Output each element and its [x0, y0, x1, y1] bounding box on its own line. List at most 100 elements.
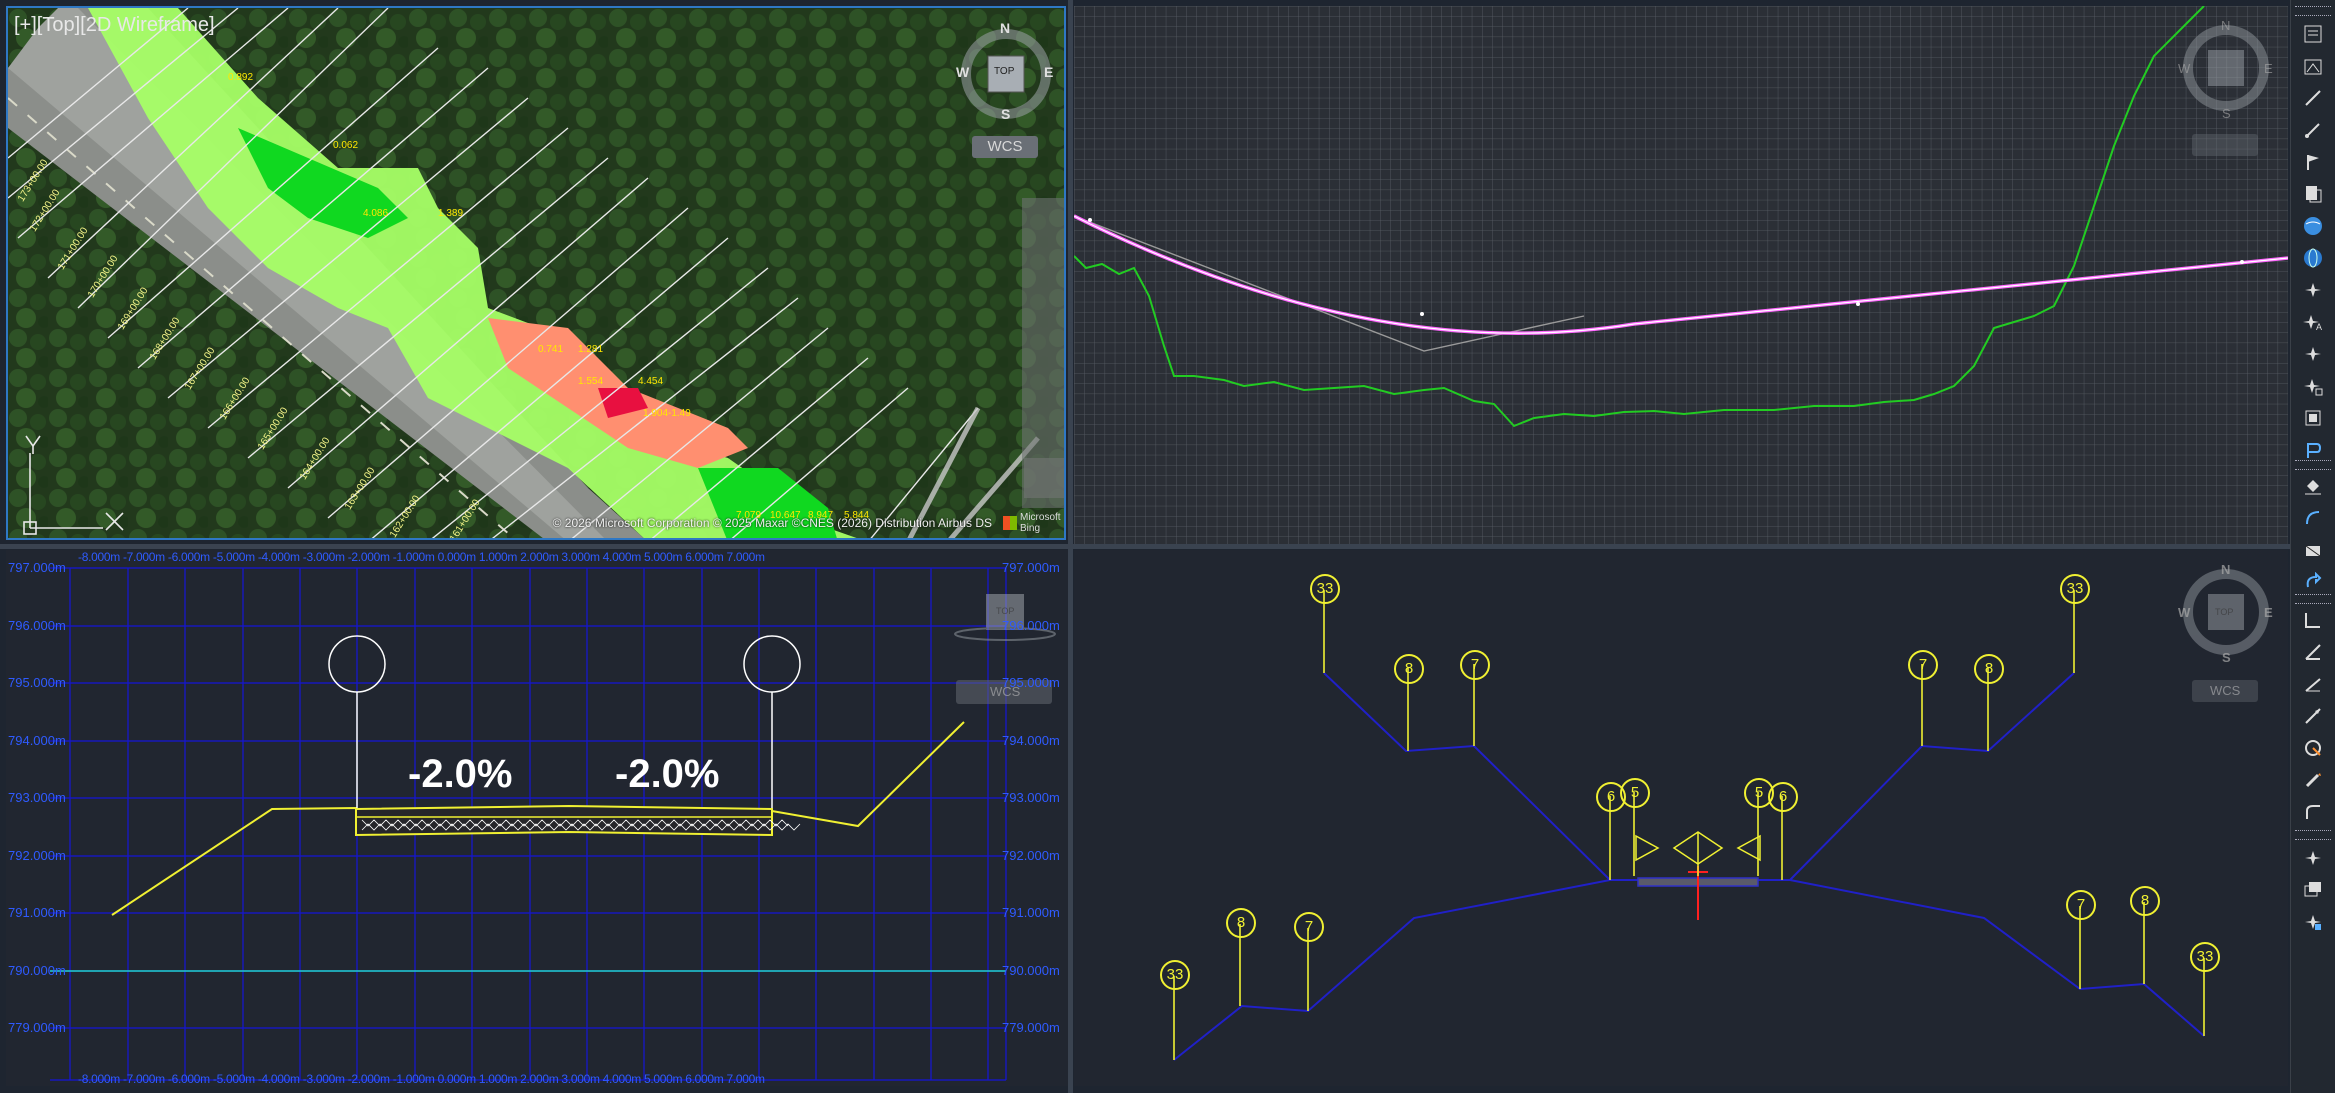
viewport-splitter-vertical[interactable]: [1068, 0, 1073, 1093]
assembly-marker[interactable]: 6: [1768, 782, 1798, 812]
cutfill-label: 1.281: [578, 344, 604, 355]
line-icon[interactable]: [2297, 116, 2329, 144]
elevation-label: 791.000m: [8, 905, 66, 920]
cutfill-label: 0.062: [333, 140, 359, 151]
elevation-label: 779.000m: [1002, 1020, 1060, 1035]
settings-icon[interactable]: [2297, 908, 2329, 936]
elevation-label: 794.000m: [1002, 733, 1060, 748]
text-point-icon[interactable]: A: [2297, 308, 2329, 336]
toolbar-separator: [2295, 460, 2331, 470]
circle-edit-icon[interactable]: [2297, 734, 2329, 762]
snap-point-icon[interactable]: [2297, 372, 2329, 400]
compass-n[interactable]: N: [2221, 18, 2230, 33]
viewport-controls-label[interactable]: [+][Top][2D Wireframe]: [14, 14, 215, 37]
magic-icon[interactable]: [2297, 844, 2329, 872]
assembly-marker[interactable]: 8: [2130, 886, 2160, 916]
arrow-line-icon[interactable]: [2297, 702, 2329, 730]
bing-icon: [1003, 516, 1018, 530]
rotate-icon[interactable]: [2297, 568, 2329, 596]
assembly-marker[interactable]: 8: [1974, 654, 2004, 684]
box-icon[interactable]: [2297, 404, 2329, 432]
section-viewport[interactable]: -2.0% -2.0% 797.000m 796.000m 795.000m 7…: [6, 550, 1068, 1086]
compass-s[interactable]: S: [1001, 106, 1010, 122]
assembly-marker[interactable]: 33: [1310, 574, 1340, 604]
dimension-icon[interactable]: [2297, 606, 2329, 634]
marker-number: 7: [1304, 918, 1314, 935]
panel-icon[interactable]: [2297, 52, 2329, 80]
bing-text: Microsoft Bing: [1020, 512, 1061, 534]
elevation-label: 795.000m: [8, 675, 66, 690]
assembly-marker[interactable]: 33: [2190, 942, 2220, 972]
assembly-marker[interactable]: 7: [1908, 650, 1938, 680]
viewcube-top[interactable]: TOP: [2215, 607, 2233, 617]
right-toolbar: A: [2290, 0, 2335, 1093]
globe-icon[interactable]: [2297, 212, 2329, 240]
compass-e[interactable]: E: [1044, 64, 1053, 80]
compass-w[interactable]: W: [956, 64, 969, 80]
flag-icon[interactable]: [2297, 148, 2329, 176]
cutfill-label: 4.086: [363, 208, 389, 219]
marker-number: 33: [1316, 580, 1334, 597]
curve-icon[interactable]: [2297, 504, 2329, 532]
marker-number: 7: [1918, 656, 1928, 673]
layers-icon[interactable]: [2297, 876, 2329, 904]
assembly-marker[interactable]: 7: [2066, 890, 2096, 920]
copy-sheet-icon[interactable]: [2297, 180, 2329, 208]
viewcube-top[interactable]: TOP: [994, 66, 1014, 77]
properties-icon[interactable]: [2297, 20, 2329, 48]
marker-number: 5: [1754, 784, 1764, 801]
elevation-label: 797.000m: [1002, 560, 1060, 575]
compass-s[interactable]: S: [2222, 650, 2231, 665]
marker-number: 5: [1630, 784, 1640, 801]
compass-w[interactable]: W: [2178, 605, 2190, 620]
assembly-marker[interactable]: 8: [1226, 908, 1256, 938]
hatch-icon[interactable]: [2297, 536, 2329, 564]
compass-e[interactable]: E: [2264, 605, 2273, 620]
assembly-viewport[interactable]: 33 8 7 6 5 5 6 7 8 33 33 8 7 7 8 33 TOP …: [1074, 550, 2288, 1086]
map-copyright: © 2026 Microsoft Corporation © 2025 Maxa…: [552, 516, 992, 530]
globe-blue-icon[interactable]: [2297, 244, 2329, 272]
point-icon[interactable]: [2297, 276, 2329, 304]
viewport-splitter-horizontal[interactable]: [0, 544, 2290, 549]
draw-icon[interactable]: [2297, 84, 2329, 112]
bend-icon[interactable]: [2297, 798, 2329, 826]
compass-e[interactable]: E: [2264, 61, 2273, 76]
plan-viewport[interactable]: 173+00.00 172+00.00 171+00.00 170+00.00 …: [6, 6, 1066, 540]
assembly-marker[interactable]: 33: [2060, 574, 2090, 604]
marker-number: 6: [1606, 788, 1616, 805]
elevation-label: 779.000m: [8, 1020, 66, 1035]
cutfill-label: 1.389: [438, 208, 464, 219]
svg-text:A: A: [2316, 322, 2322, 332]
compass-s[interactable]: S: [2222, 106, 2231, 121]
elevation-label: 797.000m: [8, 560, 66, 575]
star-point-icon[interactable]: [2297, 340, 2329, 368]
assembly-marker[interactable]: 5: [1620, 778, 1650, 808]
profile-viewport[interactable]: N S E W: [1074, 6, 2288, 544]
marker-number: 7: [1470, 656, 1480, 673]
section-grid: [50, 567, 1056, 1081]
wcs-menu-button[interactable]: WCS: [990, 684, 1020, 699]
cutfill-label: 0.892: [228, 72, 254, 83]
wcs-menu-button[interactable]: WCS: [972, 136, 1038, 158]
assembly-marker[interactable]: 7: [1294, 912, 1324, 942]
elevation-label: 794.000m: [8, 733, 66, 748]
cutfill-label: 4.454: [638, 376, 664, 387]
viewcube-top[interactable]: TOP: [996, 606, 1014, 616]
paint-bucket-icon[interactable]: [2297, 472, 2329, 500]
marker-number: 8: [2140, 892, 2150, 909]
wcs-menu-button[interactable]: WCS: [2210, 683, 2240, 698]
compass-n[interactable]: N: [2221, 562, 2230, 577]
bing-logo: Microsoft Bing: [1003, 512, 1061, 534]
marker-number: 33: [2196, 948, 2214, 965]
assembly-marker[interactable]: 7: [1460, 650, 1490, 680]
profile-grid: [1074, 6, 2288, 544]
assembly-marker[interactable]: 8: [1394, 654, 1424, 684]
pencil-icon[interactable]: [2297, 766, 2329, 794]
slope-icon[interactable]: [2297, 670, 2329, 698]
elevation-label: 796.000m: [8, 618, 66, 633]
assembly-marker[interactable]: 33: [1160, 960, 1190, 990]
compass-w[interactable]: W: [2178, 61, 2190, 76]
angle-icon[interactable]: [2297, 638, 2329, 666]
toolbar-grip[interactable]: [2295, 6, 2331, 16]
compass-n[interactable]: N: [1000, 20, 1010, 36]
